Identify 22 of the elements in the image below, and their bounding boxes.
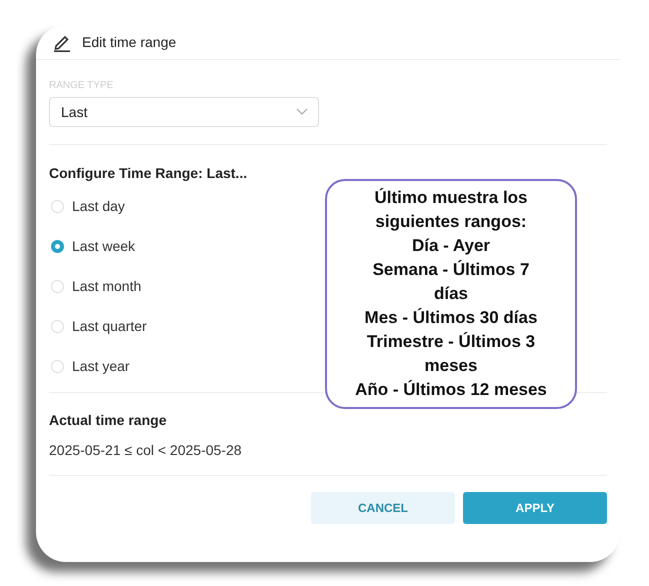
callout-text: Mes - Últimos 30 días <box>364 307 538 329</box>
callout-text: Semana - Últimos 7 <box>372 259 530 281</box>
chevron-down-icon <box>296 108 308 116</box>
section-heading: Configure Time Range: Last... <box>49 165 248 181</box>
callout-text: Último muestra los <box>374 187 528 209</box>
callout-text: Día - Ayer <box>412 235 490 257</box>
callout-text: Trimestre - Últimos 3 <box>366 331 536 353</box>
time-range-value: 2025-05-21 ≤ col < 2025-05-28 <box>49 442 243 458</box>
range-type-dropdown[interactable]: Last <box>49 97 319 127</box>
option-label[interactable]: Last week <box>72 238 136 254</box>
option-label[interactable]: Last month <box>72 278 142 294</box>
option-label[interactable]: Last year <box>72 358 130 374</box>
dialog-title: Edit time range <box>82 34 176 50</box>
callout-text: meses <box>424 355 478 377</box>
cancel-button[interactable]: CANCEL <box>311 492 455 524</box>
callout-text: días <box>434 283 468 305</box>
option-label[interactable]: Last quarter <box>72 318 147 334</box>
radio-button[interactable] <box>51 240 64 252</box>
section-heading: Actual time range <box>49 412 168 428</box>
option-label[interactable]: Last day <box>72 198 125 214</box>
callout-text: siguientes rangos: <box>375 211 527 233</box>
callout-text: Año - Últimos 12 meses <box>355 379 547 401</box>
